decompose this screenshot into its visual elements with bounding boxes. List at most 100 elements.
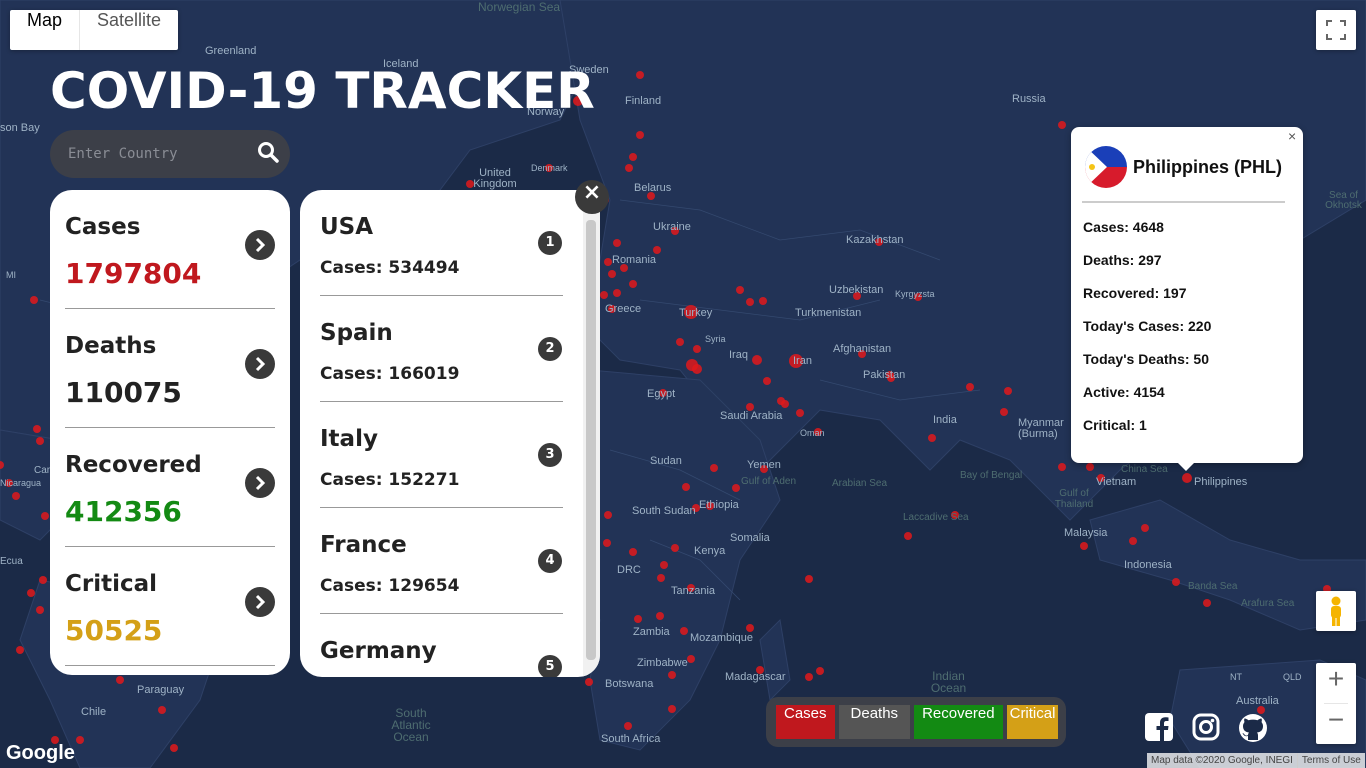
- case-marker[interactable]: [629, 153, 637, 161]
- case-marker[interactable]: [16, 646, 24, 654]
- case-marker[interactable]: [805, 575, 813, 583]
- case-marker[interactable]: [1129, 537, 1137, 545]
- case-marker[interactable]: [928, 434, 936, 442]
- case-marker[interactable]: [1058, 121, 1066, 129]
- case-marker[interactable]: [613, 239, 621, 247]
- case-marker[interactable]: [732, 484, 740, 492]
- case-marker[interactable]: [27, 589, 35, 597]
- search-input[interactable]: [68, 142, 248, 166]
- case-marker[interactable]: [604, 258, 612, 266]
- chevron-right-icon[interactable]: [245, 468, 275, 498]
- case-marker[interactable]: [656, 612, 664, 620]
- case-marker[interactable]: [752, 355, 762, 365]
- case-marker[interactable]: [680, 627, 688, 635]
- filter-recovered-button[interactable]: Recovered: [914, 705, 1003, 739]
- zoom-out-button[interactable]: −: [1316, 704, 1356, 744]
- case-marker[interactable]: [710, 464, 718, 472]
- case-marker[interactable]: [1058, 463, 1066, 471]
- map-type-satellite-button[interactable]: Satellite: [79, 10, 178, 50]
- case-marker[interactable]: [781, 400, 789, 408]
- case-marker[interactable]: [170, 744, 178, 752]
- search-icon[interactable]: [257, 141, 279, 167]
- case-marker[interactable]: [625, 164, 633, 172]
- case-marker[interactable]: [816, 667, 824, 675]
- case-marker[interactable]: [76, 736, 84, 744]
- case-marker[interactable]: [624, 722, 632, 730]
- case-marker[interactable]: [682, 483, 690, 491]
- case-marker[interactable]: [634, 615, 642, 623]
- case-marker[interactable]: [1172, 578, 1180, 586]
- case-marker[interactable]: [613, 289, 621, 297]
- filter-critical-button[interactable]: Critical: [1006, 705, 1059, 739]
- list-item[interactable]: Spain Cases: 166019 2: [320, 296, 563, 402]
- case-marker[interactable]: [36, 437, 44, 445]
- case-marker[interactable]: [41, 512, 49, 520]
- case-marker[interactable]: [629, 548, 637, 556]
- country-ranking-list[interactable]: USA Cases: 534494 1 Spain Cases: 166019 …: [300, 190, 600, 677]
- case-marker[interactable]: [604, 511, 612, 519]
- close-icon[interactable]: ×: [1288, 128, 1296, 144]
- chevron-right-icon[interactable]: [245, 349, 275, 379]
- case-marker[interactable]: [1080, 542, 1088, 550]
- case-marker[interactable]: [668, 671, 676, 679]
- list-item[interactable]: France Cases: 129654 4: [320, 508, 563, 614]
- map-label: Kenya: [694, 545, 726, 557]
- case-marker[interactable]: [1000, 408, 1008, 416]
- case-marker[interactable]: [693, 345, 701, 353]
- case-marker[interactable]: [763, 377, 771, 385]
- street-view-button[interactable]: [1316, 591, 1356, 631]
- list-item[interactable]: Italy Cases: 152271 3: [320, 402, 563, 508]
- case-marker[interactable]: [116, 676, 124, 684]
- chevron-right-icon[interactable]: [245, 587, 275, 617]
- scrollbar[interactable]: [583, 190, 600, 677]
- case-marker[interactable]: [736, 286, 744, 294]
- case-marker[interactable]: [33, 425, 41, 433]
- case-marker[interactable]: [796, 409, 804, 417]
- github-icon[interactable]: [1238, 713, 1268, 747]
- case-marker[interactable]: [1182, 473, 1192, 483]
- facebook-icon[interactable]: [1145, 713, 1173, 745]
- case-marker[interactable]: [676, 338, 684, 346]
- map-type-map-button[interactable]: Map: [10, 10, 79, 50]
- case-marker[interactable]: [1141, 524, 1149, 532]
- scrollbar-thumb[interactable]: [586, 220, 596, 660]
- case-marker[interactable]: [603, 539, 611, 547]
- case-marker[interactable]: [636, 131, 644, 139]
- chevron-right-icon[interactable]: [245, 230, 275, 260]
- instagram-icon[interactable]: [1192, 713, 1220, 745]
- case-marker[interactable]: [657, 574, 665, 582]
- zoom-in-button[interactable]: +: [1316, 663, 1356, 703]
- case-marker[interactable]: [36, 606, 44, 614]
- case-marker[interactable]: [629, 280, 637, 288]
- case-marker[interactable]: [671, 544, 679, 552]
- case-marker[interactable]: [636, 71, 644, 79]
- terms-link[interactable]: Terms of Use: [1296, 753, 1365, 768]
- filter-cases-button[interactable]: Cases: [776, 705, 835, 739]
- case-marker[interactable]: [12, 492, 20, 500]
- case-marker[interactable]: [687, 655, 695, 663]
- case-marker[interactable]: [660, 561, 668, 569]
- case-marker[interactable]: [759, 297, 767, 305]
- fullscreen-button[interactable]: [1316, 10, 1356, 50]
- case-marker[interactable]: [966, 383, 974, 391]
- case-marker[interactable]: [668, 705, 676, 713]
- case-marker[interactable]: [746, 298, 754, 306]
- case-marker[interactable]: [692, 364, 702, 374]
- case-marker[interactable]: [653, 246, 661, 254]
- case-marker[interactable]: [805, 673, 813, 681]
- case-marker[interactable]: [1004, 387, 1012, 395]
- case-marker[interactable]: [608, 270, 616, 278]
- case-marker[interactable]: [1203, 599, 1211, 607]
- case-marker[interactable]: [904, 532, 912, 540]
- close-list-button[interactable]: ×: [575, 180, 609, 214]
- case-marker[interactable]: [746, 624, 754, 632]
- case-marker[interactable]: [158, 706, 166, 714]
- case-marker[interactable]: [30, 296, 38, 304]
- list-item[interactable]: USA Cases: 534494 1: [320, 190, 563, 296]
- list-item[interactable]: Germany 5: [320, 614, 563, 677]
- case-marker[interactable]: [585, 678, 593, 686]
- filter-deaths-button[interactable]: Deaths: [838, 705, 911, 739]
- case-marker[interactable]: [1086, 463, 1094, 471]
- case-marker[interactable]: [600, 291, 608, 299]
- case-marker[interactable]: [39, 576, 47, 584]
